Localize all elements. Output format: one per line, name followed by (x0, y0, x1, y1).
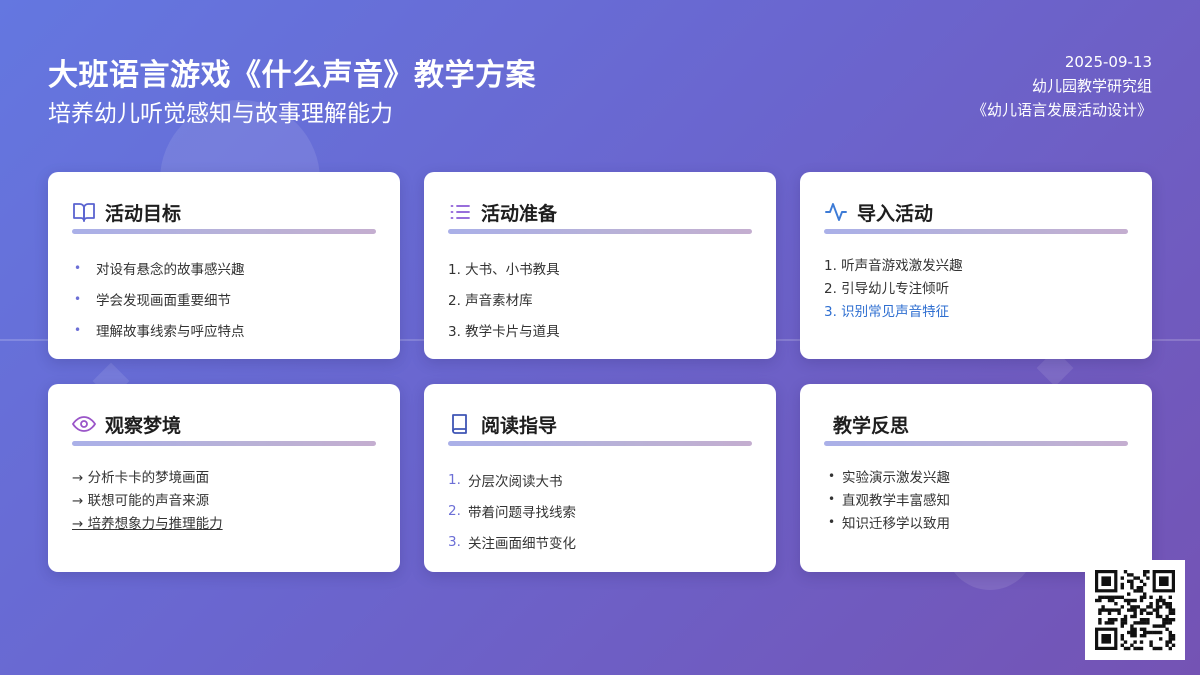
book-open-icon (72, 200, 96, 224)
list-item: • 对设有悬念的故事感兴趣 (74, 260, 245, 278)
pulse-icon (824, 200, 848, 224)
bullet: • (828, 491, 836, 506)
bullet: • (828, 514, 836, 529)
card-header: 阅读指导 (448, 410, 752, 438)
book-label: 《幼儿语言发展活动设计》 (971, 101, 1152, 119)
card-intro-activity: 导入活动 1. 听声音游戏激发兴趣 2. 引导幼儿专注倾听 3. 识别常见声音特… (800, 172, 1152, 359)
card-list: 1. 大书、小书教具 2. 声音素材库 3. 教学卡片与道具 (448, 252, 752, 345)
page-title: 大班语言游戏《什么声音》教学方案 (48, 58, 536, 93)
card-observe-dream: 观察梦境 → 分析卡卡的梦境画面 → 联想可能的声音来源 → 培养想象力与推理能… (48, 384, 400, 572)
header-meta: 2025-09-13 幼儿园教学研究组 《幼儿语言发展活动设计》 (972, 50, 1152, 122)
qr-code-image (1095, 570, 1176, 651)
list-item: → 分析卡卡的梦境画面 (72, 469, 210, 486)
card-activity-goals: 活动目标 • 对设有悬念的故事感兴趣 • 学会发现画面重要细节 • 理解故事线索与呼应… (48, 172, 400, 359)
list-item: 2. 引导幼儿专注倾听 (824, 280, 950, 297)
card-activity-prep: 活动准备 1. 大书、小书教具 2. 声音素材库 3. 教学卡片与道具 (424, 172, 776, 359)
card-title: 教学反思 (833, 414, 910, 437)
list-item: 2. 声音素材库 (448, 292, 533, 309)
list-item: 1. 听声音游戏激发兴趣 (824, 257, 963, 274)
qr-code[interactable] (1085, 560, 1185, 660)
card-title: 阅读指导 (481, 414, 558, 437)
list-item: • 直观教学丰富感知 (828, 491, 950, 509)
list-number: 2. (448, 502, 461, 519)
card-header: 活动准备 (448, 198, 752, 226)
card-teaching-reflection: 教学反思 • 实验演示激发兴趣 • 直观教学丰富感知 • 知识迁移学以致用 (800, 384, 1152, 572)
bullet: • (74, 322, 82, 337)
card-list: → 分析卡卡的梦境画面 → 联想可能的声音来源 → 培养想象力与推理能力 (72, 464, 376, 533)
list-item: 3. 关注画面细节变化 (448, 533, 576, 552)
list-item: • 实验演示激发兴趣 (828, 468, 950, 486)
list-item-highlighted: 3. 识别常见声音特征 (824, 303, 950, 320)
card-reading-guide: 阅读指导 1. 分层次阅读大书 2. 带着问题寻找线索 3. 关注画面细节变化 (424, 384, 776, 572)
list-item: 1. 大书、小书教具 (448, 261, 560, 278)
list-item: • 学会发现画面重要细节 (74, 291, 231, 309)
card-divider (824, 229, 1128, 234)
list-item: • 知识迁移学以致用 (828, 514, 950, 532)
book-icon (448, 412, 472, 436)
bullet: • (74, 291, 82, 306)
card-list: 1. 听声音游戏激发兴趣 2. 引导幼儿专注倾听 3. 识别常见声音特征 (824, 252, 1128, 321)
card-divider (72, 441, 376, 446)
card-list: • 实验演示激发兴趣 • 直观教学丰富感知 • 知识迁移学以致用 (824, 464, 1128, 533)
card-title: 观察梦境 (105, 414, 182, 437)
card-header: 活动目标 (72, 198, 376, 226)
bullet: • (828, 468, 836, 483)
eye-icon (72, 412, 96, 436)
card-title: 活动目标 (105, 202, 182, 225)
date-label: 2025-09-13 (1064, 53, 1152, 71)
list-number: 1. (448, 471, 461, 488)
card-divider (72, 229, 376, 234)
org-label: 幼儿园教学研究组 (1031, 77, 1152, 95)
card-divider (824, 441, 1128, 446)
card-divider (448, 229, 752, 234)
list-item: 3. 教学卡片与道具 (448, 323, 560, 340)
page-subtitle: 培养幼儿听觉感知与故事理解能力 (48, 101, 393, 127)
card-list: 1. 分层次阅读大书 2. 带着问题寻找线索 3. 关注画面细节变化 (448, 464, 752, 557)
card-list: • 对设有悬念的故事感兴趣 • 学会发现画面重要细节 • 理解故事线索与呼应特点 (72, 252, 376, 345)
list-number: 3. (448, 533, 461, 550)
card-header: 观察梦境 (72, 410, 376, 438)
list-item: 1. 分层次阅读大书 (448, 471, 563, 490)
card-title: 活动准备 (481, 202, 558, 225)
card-header: 导入活动 (824, 198, 1128, 226)
card-divider (448, 441, 752, 446)
list-item: 2. 带着问题寻找线索 (448, 502, 576, 521)
card-header: 教学反思 (833, 410, 1128, 438)
list-item-link[interactable]: → 培养想象力与推理能力 (72, 510, 376, 533)
list-item: → 联想可能的声音来源 (72, 492, 210, 509)
bullet: • (74, 260, 82, 275)
list-icon (448, 200, 472, 224)
card-title: 导入活动 (857, 202, 934, 225)
list-item: • 理解故事线索与呼应特点 (74, 322, 245, 340)
